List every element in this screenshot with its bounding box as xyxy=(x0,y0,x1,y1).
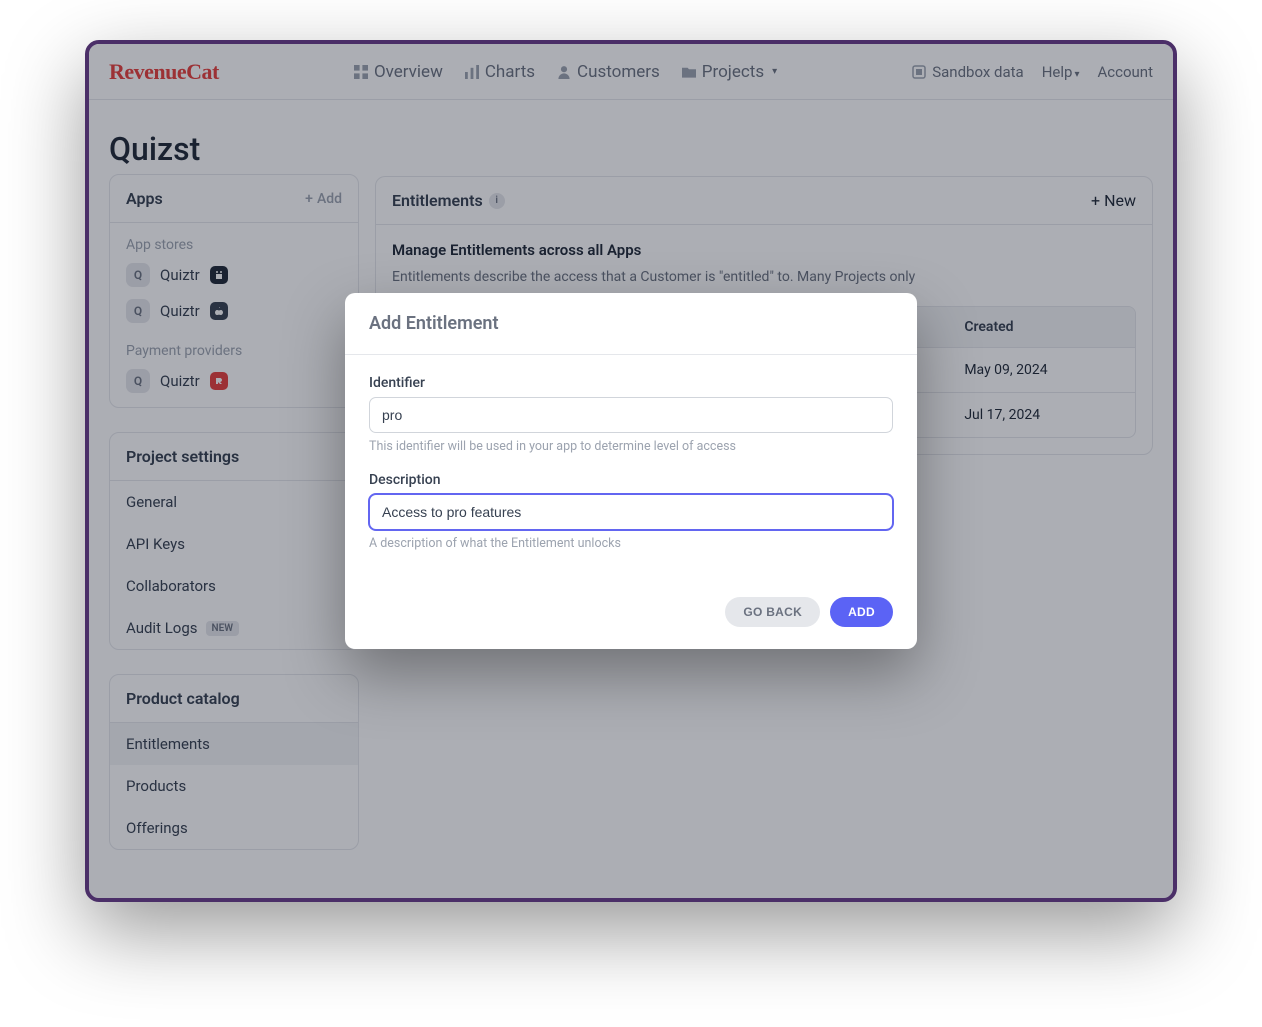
app-frame: RevenueCat Overview Charts Customers Pro… xyxy=(85,40,1177,902)
description-hint: A description of what the Entitlement un… xyxy=(369,536,893,551)
modal-body: Identifier This identifier will be used … xyxy=(345,355,917,579)
modal-footer: GO BACK ADD xyxy=(345,579,917,649)
modal-overlay[interactable]: Add Entitlement Identifier This identifi… xyxy=(89,44,1173,898)
description-label: Description xyxy=(369,472,893,488)
identifier-label: Identifier xyxy=(369,375,893,391)
identifier-input[interactable] xyxy=(369,397,893,433)
add-entitlement-modal: Add Entitlement Identifier This identifi… xyxy=(345,293,917,649)
go-back-button[interactable]: GO BACK xyxy=(725,597,820,627)
description-input[interactable] xyxy=(369,494,893,530)
add-button[interactable]: ADD xyxy=(830,597,893,627)
identifier-hint: This identifier will be used in your app… xyxy=(369,439,893,454)
modal-title: Add Entitlement xyxy=(345,293,917,355)
